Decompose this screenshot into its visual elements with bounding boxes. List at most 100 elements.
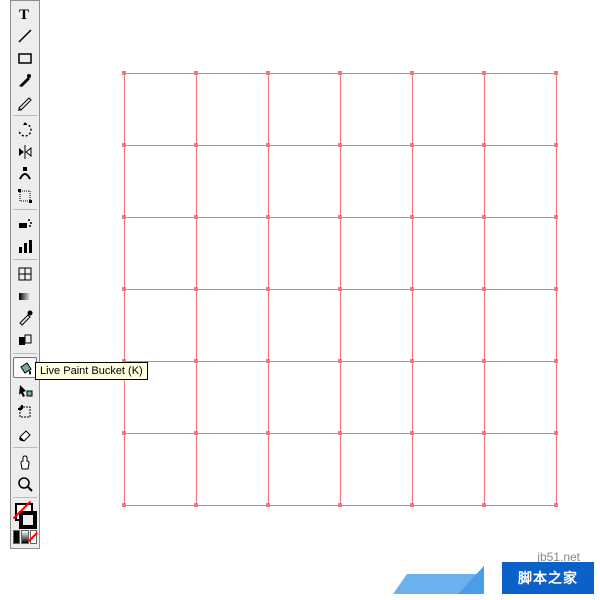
- canvas[interactable]: [0, 0, 600, 600]
- toolbar-divider: [13, 497, 37, 498]
- anchor-point[interactable]: [122, 71, 126, 75]
- mesh-tool[interactable]: [13, 263, 37, 284]
- rotate-tool[interactable]: [13, 119, 37, 140]
- blend-tool-icon: [16, 331, 34, 349]
- pencil-tool-icon: [16, 93, 34, 111]
- color-mode-gradient[interactable]: [21, 530, 28, 544]
- anchor-point[interactable]: [482, 143, 486, 147]
- anchor-point[interactable]: [122, 215, 126, 219]
- line-segment-tool[interactable]: [13, 25, 37, 46]
- anchor-point[interactable]: [554, 71, 558, 75]
- anchor-point[interactable]: [194, 71, 198, 75]
- eyedropper-tool[interactable]: [13, 307, 37, 328]
- live-paint-selection-tool[interactable]: [13, 379, 37, 400]
- anchor-point[interactable]: [482, 215, 486, 219]
- anchor-point[interactable]: [338, 71, 342, 75]
- grid-line: [124, 145, 556, 146]
- paintbrush-tool[interactable]: [13, 69, 37, 90]
- grid-line: [124, 289, 556, 290]
- symbol-sprayer-tool[interactable]: [13, 213, 37, 234]
- anchor-point[interactable]: [554, 143, 558, 147]
- anchor-point[interactable]: [266, 503, 270, 507]
- anchor-point[interactable]: [266, 143, 270, 147]
- anchor-point[interactable]: [554, 287, 558, 291]
- color-mode-none[interactable]: [30, 530, 37, 544]
- anchor-point[interactable]: [194, 503, 198, 507]
- grid-line: [412, 73, 413, 505]
- anchor-point[interactable]: [266, 287, 270, 291]
- anchor-point[interactable]: [122, 287, 126, 291]
- anchor-point[interactable]: [482, 359, 486, 363]
- anchor-point[interactable]: [266, 359, 270, 363]
- watermark-decoration: [458, 566, 484, 594]
- hand-tool[interactable]: [13, 451, 37, 472]
- mesh-tool-icon: [16, 265, 34, 283]
- anchor-point[interactable]: [194, 215, 198, 219]
- symbol-sprayer-tool-icon: [16, 215, 34, 233]
- anchor-point[interactable]: [338, 503, 342, 507]
- blend-tool[interactable]: [13, 329, 37, 350]
- paintbrush-tool-icon: [16, 71, 34, 89]
- grid-line: [268, 73, 269, 505]
- eyedropper-tool-icon: [16, 309, 34, 327]
- anchor-point[interactable]: [338, 431, 342, 435]
- pencil-tool[interactable]: [13, 91, 37, 112]
- line-segment-tool-icon: [16, 27, 34, 45]
- anchor-point[interactable]: [122, 503, 126, 507]
- toolbar-divider: [13, 209, 37, 210]
- color-mode-solid[interactable]: [13, 530, 20, 544]
- anchor-point[interactable]: [410, 503, 414, 507]
- anchor-point[interactable]: [410, 359, 414, 363]
- toolbar-divider: [13, 259, 37, 260]
- anchor-point[interactable]: [554, 431, 558, 435]
- anchor-point[interactable]: [266, 431, 270, 435]
- rectangular-grid-art[interactable]: [124, 73, 556, 505]
- anchor-point[interactable]: [410, 143, 414, 147]
- anchor-point[interactable]: [122, 431, 126, 435]
- anchor-point[interactable]: [266, 71, 270, 75]
- hand-tool-icon: [16, 453, 34, 471]
- anchor-point[interactable]: [338, 143, 342, 147]
- anchor-point[interactable]: [482, 431, 486, 435]
- anchor-point[interactable]: [122, 143, 126, 147]
- crop-area-tool[interactable]: [13, 401, 37, 422]
- anchor-point[interactable]: [482, 503, 486, 507]
- free-transform-tool[interactable]: [13, 185, 37, 206]
- anchor-point[interactable]: [482, 287, 486, 291]
- fill-stroke-proxy[interactable]: [13, 501, 37, 529]
- anchor-point[interactable]: [338, 287, 342, 291]
- anchor-point[interactable]: [410, 431, 414, 435]
- anchor-point[interactable]: [194, 431, 198, 435]
- rectangle-tool-icon: [16, 49, 34, 67]
- anchor-point[interactable]: [194, 287, 198, 291]
- anchor-point[interactable]: [554, 359, 558, 363]
- toolbar-divider: [13, 353, 37, 354]
- anchor-point[interactable]: [482, 71, 486, 75]
- grid-line: [124, 433, 556, 434]
- zoom-tool[interactable]: [13, 473, 37, 494]
- type-tool[interactable]: T: [13, 3, 37, 24]
- anchor-point[interactable]: [338, 359, 342, 363]
- warp-tool[interactable]: [13, 163, 37, 184]
- color-mode-row: [13, 530, 37, 544]
- anchor-point[interactable]: [194, 359, 198, 363]
- anchor-point[interactable]: [410, 215, 414, 219]
- anchor-point[interactable]: [266, 215, 270, 219]
- anchor-point[interactable]: [554, 503, 558, 507]
- anchor-point[interactable]: [554, 215, 558, 219]
- eraser-tool-icon: [16, 425, 34, 443]
- grid-line: [124, 361, 556, 362]
- svg-text:T: T: [19, 7, 29, 23]
- anchor-point[interactable]: [338, 215, 342, 219]
- eraser-tool[interactable]: [13, 423, 37, 444]
- gradient-tool[interactable]: [13, 285, 37, 306]
- anchor-point[interactable]: [194, 143, 198, 147]
- toolbar-divider: [13, 115, 37, 116]
- live-paint-bucket-tool[interactable]: [13, 357, 37, 378]
- anchor-point[interactable]: [410, 71, 414, 75]
- reflect-tool[interactable]: [13, 141, 37, 162]
- grid-line: [196, 73, 197, 505]
- column-graph-tool[interactable]: [13, 235, 37, 256]
- anchor-point[interactable]: [410, 287, 414, 291]
- rectangle-tool[interactable]: [13, 47, 37, 68]
